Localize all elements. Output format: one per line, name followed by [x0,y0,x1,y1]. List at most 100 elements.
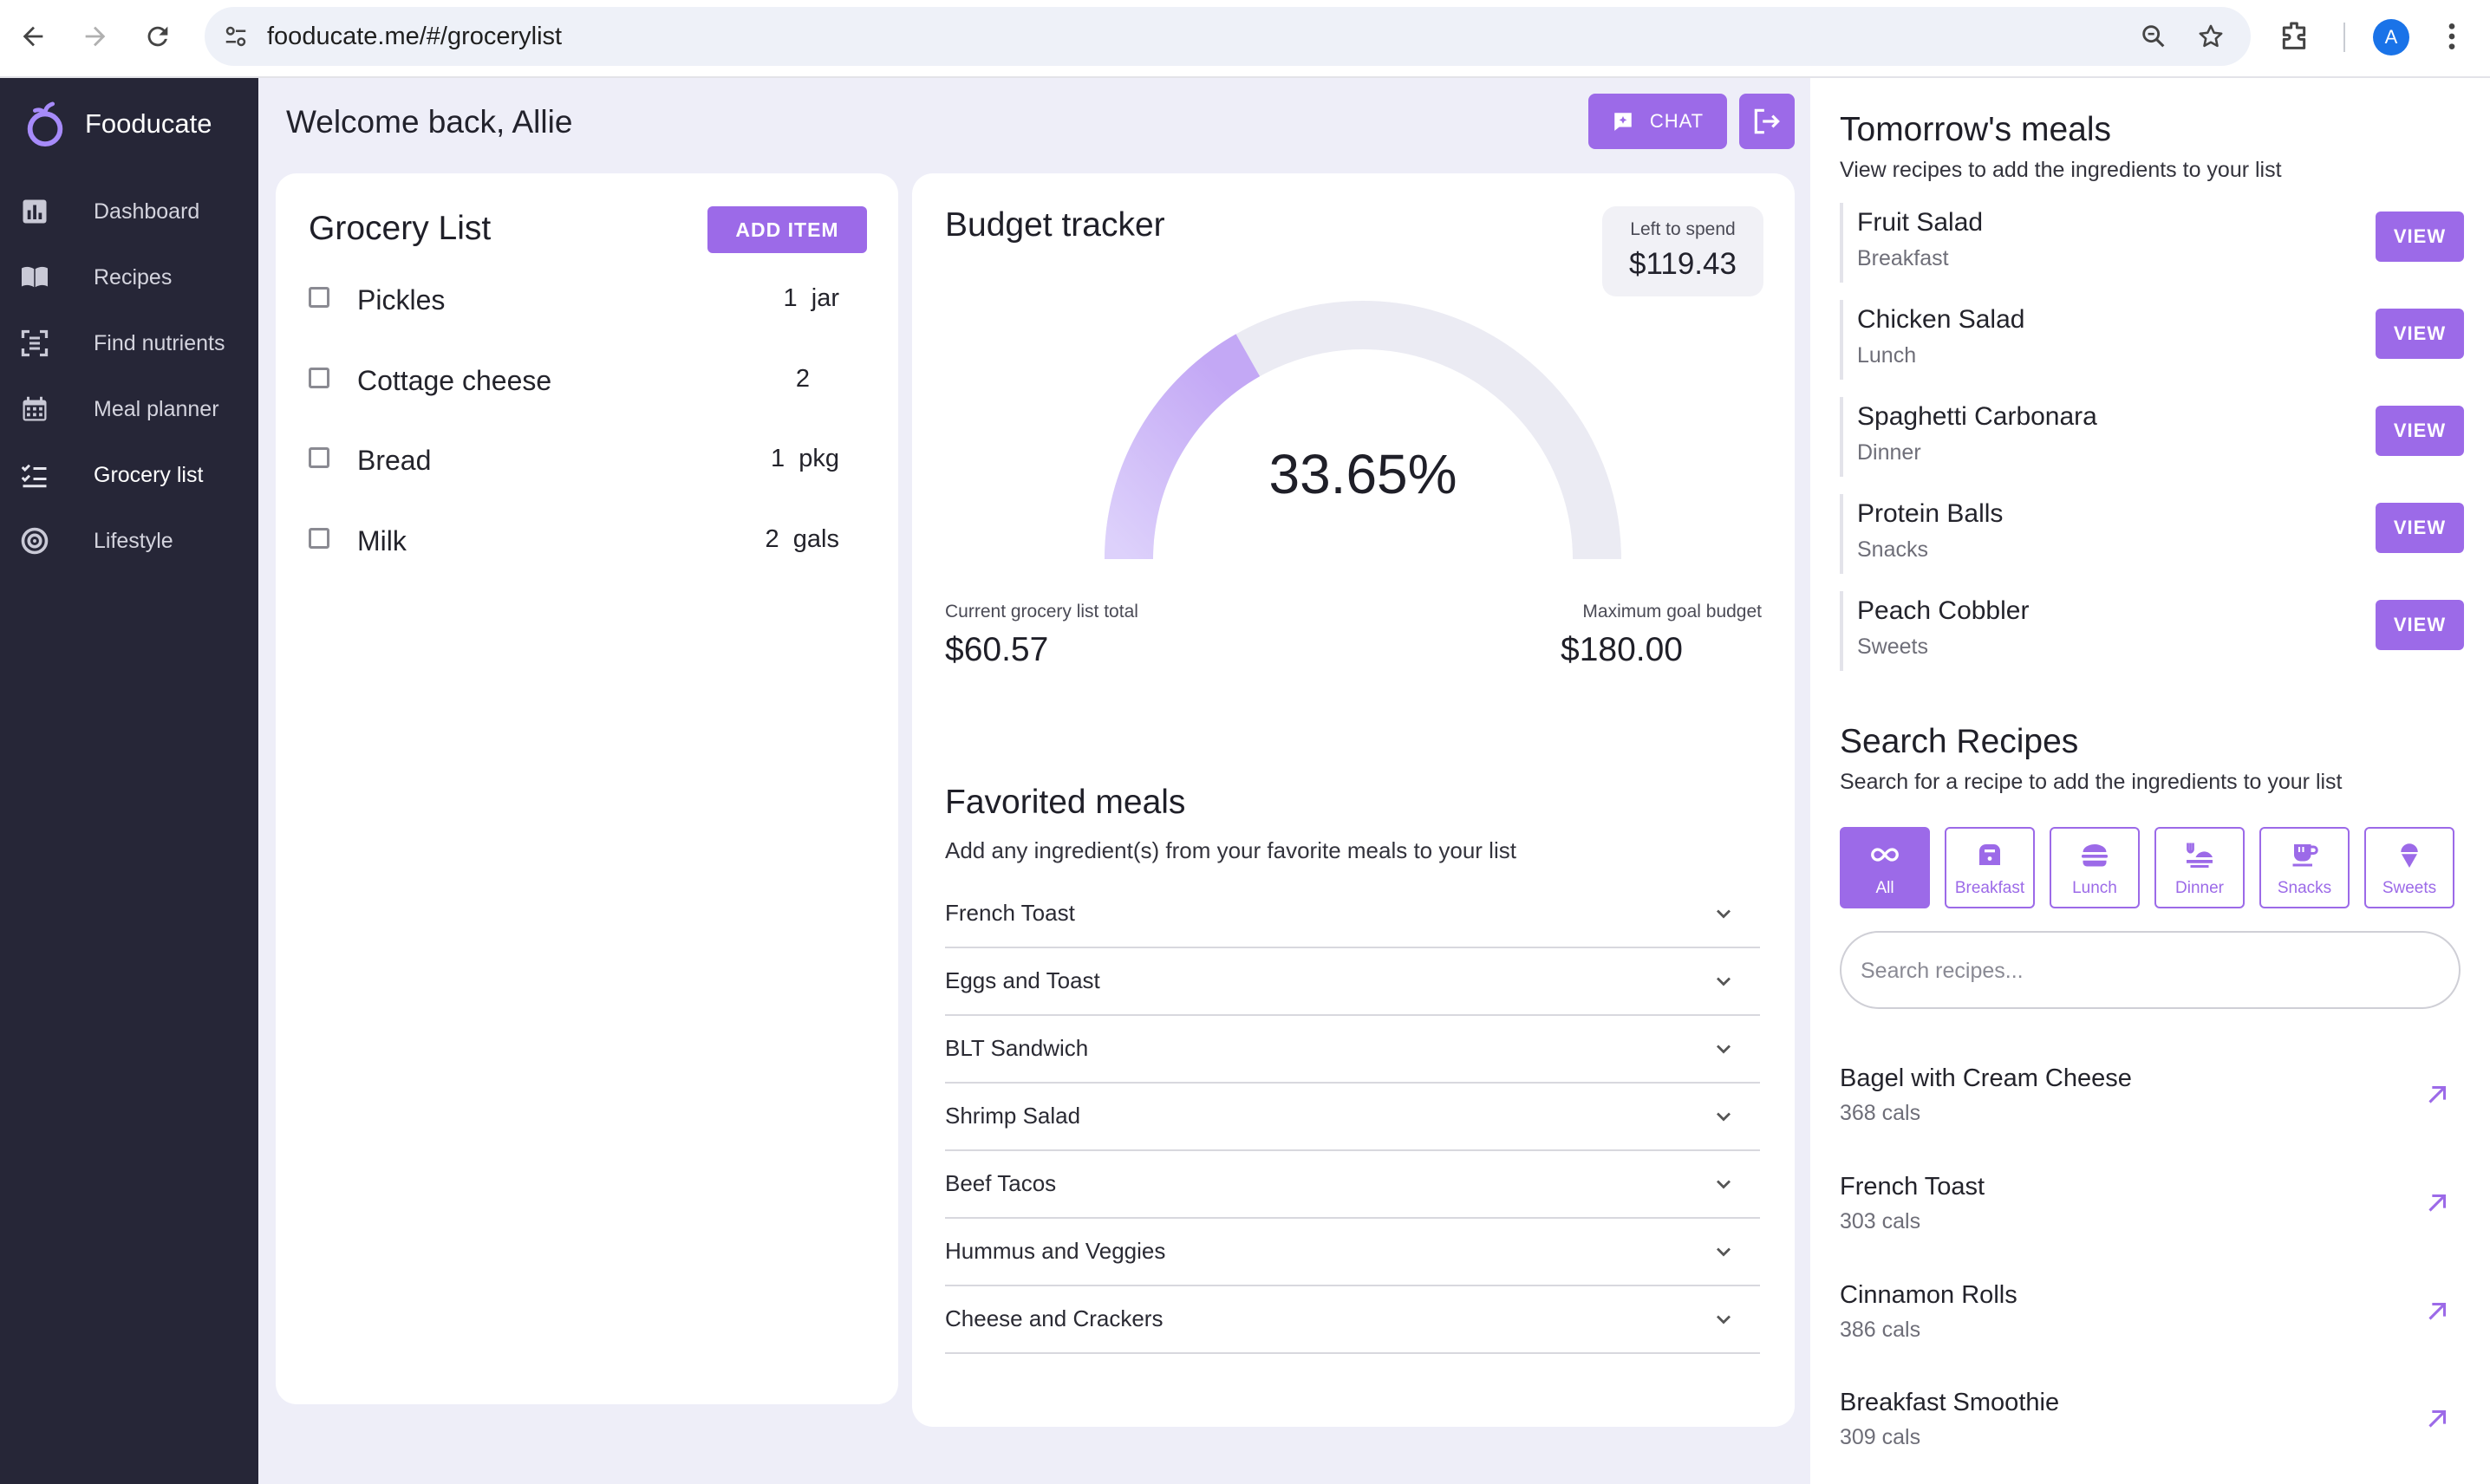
recipe-name: Breakfast Smoothie [1840,1389,2060,1416]
favorite-meal-accordion[interactable]: Shrimp Salad [945,1084,1760,1151]
url-text[interactable]: fooducate.me/#/grocerylist [267,23,562,51]
sidebar-item-label: Dashboard [94,199,200,224]
tomorrow-meal-item: Peach Cobbler Sweets VIEW [1840,591,2464,671]
grocery-item-qty: 1 pkg [771,445,839,472]
logout-icon [1754,108,1780,134]
grocery-item: Pickles 1 jar [309,272,864,324]
page-title: Welcome back, Allie [286,104,573,140]
current-total-value: $60.57 [945,631,1049,668]
favorite-meal-accordion[interactable]: BLT Sandwich [945,1016,1760,1084]
favorite-meal-accordion[interactable]: Cheese and Crackers [945,1286,1760,1354]
extensions-icon[interactable] [2277,19,2315,57]
sidebar-item-recipes[interactable]: Recipes [0,251,258,303]
search-recipes-field[interactable] [1840,931,2461,1009]
reload-icon[interactable] [139,17,177,55]
zoom-icon[interactable] [2136,19,2171,54]
recipe-result[interactable]: Bagel with Cream Cheese 368 cals [1840,1064,2461,1151]
favorite-meal-accordion[interactable]: French Toast [945,881,1760,948]
site-info-icon[interactable] [217,17,255,55]
max-budget-value: $180.00 [1561,631,1683,668]
view-recipe-button[interactable]: VIEW [2376,600,2464,650]
app-name: Fooducate [85,108,212,139]
tomorrow-meal-item: Fruit Salad Breakfast VIEW [1840,203,2464,283]
sidebar-item-lifestyle[interactable]: Lifestyle [0,515,258,567]
favorite-meal-accordion[interactable]: Eggs and Toast [945,948,1760,1016]
favorite-meal-name: Hummus and Veggies [945,1238,1166,1264]
recipe-result[interactable]: Cinnamon Rolls 386 cals [1840,1281,2461,1368]
address-bar[interactable]: fooducate.me/#/grocerylist [205,7,2251,66]
recipe-calories: 303 cals [1840,1209,1921,1233]
brand[interactable]: Fooducate [23,101,212,147]
sidebar-item-meal-planner[interactable]: Meal planner [0,383,258,435]
sidebar: Fooducate Dashboard Recipes Find nutrien… [0,78,258,1484]
recipe-calories: 386 cals [1840,1318,1921,1342]
browser-menu-icon[interactable] [2435,19,2473,57]
logout-button[interactable] [1739,94,1795,149]
open-arrow-icon[interactable] [2422,1080,2452,1110]
favorited-meals-card: Favorited meals Add any ingredient(s) fr… [912,751,1795,1427]
grocery-item-name: Cottage cheese [357,365,552,396]
budget-gauge [1105,301,1621,560]
tomorrow-meals-title: Tomorrow's meals [1840,111,2112,148]
recipe-result[interactable]: French Toast 303 cals [1840,1173,2461,1259]
chevron-down-icon [1717,977,1731,986]
grocery-item-name: Bread [357,445,432,476]
view-recipe-button[interactable]: VIEW [2376,309,2464,359]
profile-avatar[interactable]: A [2373,19,2409,55]
sidebar-item-grocery-list[interactable]: Grocery list [0,449,258,501]
grocery-list-title: Grocery List [309,210,492,247]
meal-type: Lunch [1857,343,1917,368]
favorite-meal-name: Shrimp Salad [945,1103,1081,1129]
sidebar-item-dashboard[interactable]: Dashboard [0,186,258,238]
grocery-checkbox[interactable] [309,447,329,468]
recipe-name: Cinnamon Rolls [1840,1281,2017,1309]
favorite-meal-name: BLT Sandwich [945,1035,1089,1061]
add-item-button[interactable]: ADD ITEM [707,206,867,253]
tomorrow-meals-subtitle: View recipes to add the ingredients to y… [1840,158,2282,182]
chevron-down-icon [1717,1112,1731,1122]
search-input[interactable] [1859,950,2435,992]
sidebar-item-label: Recipes [94,264,173,290]
sidebar-item-find-nutrients[interactable]: Find nutrients [0,317,258,369]
filter-sweets[interactable]: Sweets [2364,827,2454,908]
favorite-meal-accordion[interactable]: Beef Tacos [945,1151,1760,1219]
meal-type: Breakfast [1857,246,1949,270]
scan-icon [17,326,52,361]
view-recipe-button[interactable]: VIEW [2376,503,2464,553]
back-icon[interactable] [14,17,52,55]
budget-title: Budget tracker [945,206,1165,244]
book-icon [17,260,52,295]
recipe-result[interactable]: Breakfast Smoothie 309 cals [1840,1389,2461,1475]
filter-label: All [1875,879,1894,897]
open-arrow-icon[interactable] [2422,1188,2452,1218]
tomorrow-meal-item: Spaghetti Carbonara Dinner VIEW [1840,397,2464,477]
tomorrow-meal-item: Protein Balls Snacks VIEW [1840,494,2464,574]
favorite-meal-accordion[interactable]: Hummus and Veggies [945,1219,1760,1286]
sidebar-item-label: Meal planner [94,396,219,421]
search-recipes-subtitle: Search for a recipe to add the ingredien… [1840,770,2343,794]
filter-lunch[interactable]: Lunch [2050,827,2140,908]
open-arrow-icon[interactable] [2422,1404,2452,1434]
filter-all[interactable]: All [1840,827,1930,908]
grocery-checkbox[interactable] [309,287,329,308]
dinner-icon [2187,843,2213,868]
sidebar-item-label: Find nutrients [94,330,225,355]
open-arrow-icon[interactable] [2422,1297,2452,1326]
filter-dinner[interactable]: Dinner [2154,827,2245,908]
filter-snacks[interactable]: Snacks [2259,827,2350,908]
meal-name: Fruit Salad [1857,208,1984,237]
recipe-calories: 309 cals [1840,1425,1921,1449]
bookmark-star-icon[interactable] [2193,19,2228,54]
view-recipe-button[interactable]: VIEW [2376,406,2464,456]
favorite-meal-name: French Toast [945,900,1075,926]
grocery-checkbox[interactable] [309,528,329,549]
favorite-meal-name: Eggs and Toast [945,967,1100,993]
bar-chart-icon [17,194,52,229]
forward-icon[interactable] [76,17,114,55]
view-recipe-button[interactable]: VIEW [2376,212,2464,262]
grocery-checkbox[interactable] [309,368,329,388]
recipe-name: French Toast [1840,1173,1985,1201]
chat-button[interactable]: CHAT [1588,94,1727,149]
chat-label: CHAT [1649,110,1705,132]
filter-breakfast[interactable]: Breakfast [1945,827,2035,908]
